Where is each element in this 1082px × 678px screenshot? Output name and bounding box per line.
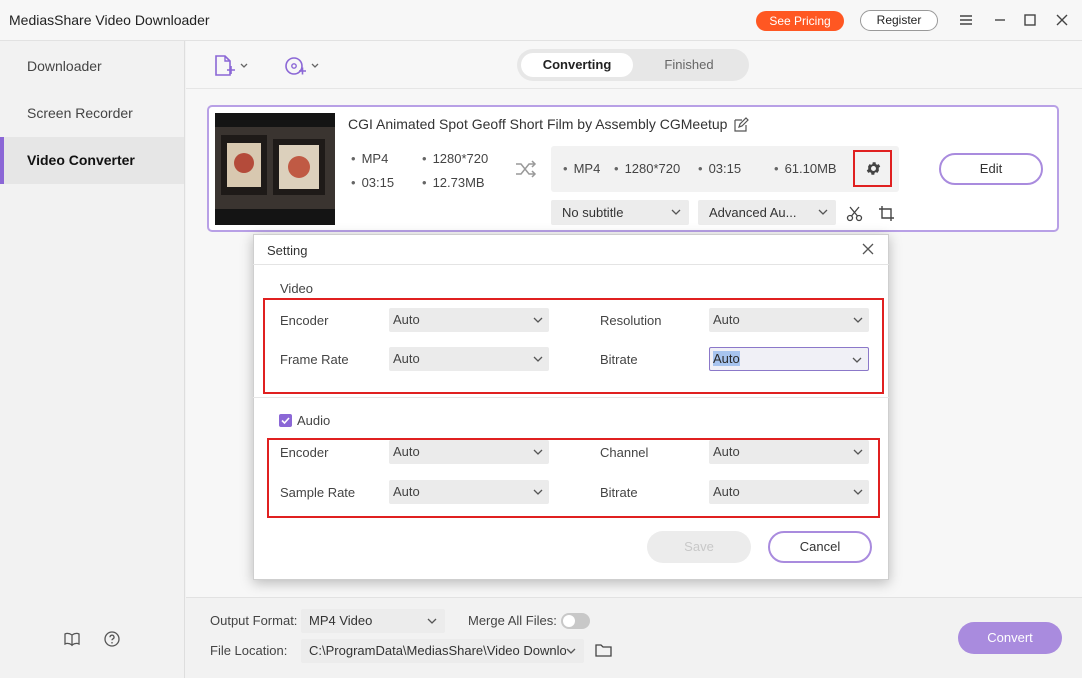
crop-icon[interactable] xyxy=(878,205,895,222)
resolution-select[interactable]: Auto xyxy=(709,308,869,332)
video-bitrate-value: Auto xyxy=(713,351,740,366)
frame-rate-label: Frame Rate xyxy=(280,352,349,367)
chevron-down-icon xyxy=(853,449,863,455)
chevron-down-icon xyxy=(671,209,681,215)
add-file-icon[interactable] xyxy=(212,54,252,78)
frame-rate-value: Auto xyxy=(393,351,420,366)
video-encoder-value: Auto xyxy=(393,312,420,327)
audio-bitrate-label: Bitrate xyxy=(600,485,638,500)
subtitle-value: No subtitle xyxy=(562,205,624,220)
channel-label: Channel xyxy=(600,445,649,460)
resolution-value: Auto xyxy=(713,312,740,327)
chevron-down-icon xyxy=(533,317,543,323)
video-bitrate-label: Bitrate xyxy=(600,352,638,367)
target-resolution: 1280*720 xyxy=(614,161,681,176)
chevron-down-icon xyxy=(818,209,828,215)
edit-button[interactable]: Edit xyxy=(939,153,1043,185)
output-format-dropdown[interactable]: MP4 Video xyxy=(301,609,445,633)
save-button[interactable]: Save xyxy=(647,531,751,563)
audio-bitrate-select[interactable]: Auto xyxy=(709,480,869,504)
chevron-down-icon xyxy=(853,489,863,495)
help-icon[interactable] xyxy=(103,630,121,648)
chevron-down-icon xyxy=(853,317,863,323)
audio-bitrate-value: Auto xyxy=(713,484,740,499)
file-location-value: C:\ProgramData\MediasShare\Video Downloa xyxy=(309,643,574,658)
file-title: CGI Animated Spot Geoff Short Film by As… xyxy=(348,116,728,132)
chevron-down-icon xyxy=(533,449,543,455)
target-duration: 03:15 xyxy=(698,161,742,176)
dialog-close-icon[interactable] xyxy=(861,242,875,256)
file-location-label: File Location: xyxy=(210,643,288,658)
minimize-icon[interactable] xyxy=(991,11,1009,29)
subtitle-dropdown[interactable]: No subtitle xyxy=(551,200,689,225)
channel-value: Auto xyxy=(713,444,740,459)
sidebar: Downloader Screen Recorder Video Convert… xyxy=(0,41,185,678)
register-button[interactable]: Register xyxy=(860,10,938,31)
sidebar-item-downloader[interactable]: Downloader xyxy=(0,43,184,90)
add-disc-icon[interactable] xyxy=(283,54,323,78)
sample-rate-value: Auto xyxy=(393,484,420,499)
channel-select[interactable]: Auto xyxy=(709,440,869,464)
target-format: MP4 xyxy=(563,161,601,176)
audio-track-value: Advanced Au... xyxy=(709,205,797,220)
audio-encoder-select[interactable]: Auto xyxy=(389,440,549,464)
source-format: MP4 xyxy=(351,151,389,166)
file-location-dropdown[interactable]: C:\ProgramData\MediasShare\Video Downloa xyxy=(301,639,584,663)
sample-rate-label: Sample Rate xyxy=(280,485,356,500)
chevron-down-icon xyxy=(533,489,543,495)
source-size: 12.73MB xyxy=(422,175,485,190)
tab-finished[interactable]: Finished xyxy=(633,53,745,77)
sidebar-item-screen-recorder[interactable]: Screen Recorder xyxy=(0,90,184,137)
audio-section-label: Audio xyxy=(297,413,331,428)
chevron-down-icon xyxy=(566,647,576,655)
setting-dialog xyxy=(253,234,889,580)
audio-encoder-value: Auto xyxy=(393,444,420,459)
output-format-label: Output Format: xyxy=(210,613,298,628)
folder-icon[interactable] xyxy=(595,643,612,657)
dialog-header xyxy=(253,234,889,265)
tab-converting[interactable]: Converting xyxy=(521,53,633,77)
shuffle-icon xyxy=(514,159,538,179)
book-icon[interactable] xyxy=(63,631,81,647)
resolution-label: Resolution xyxy=(600,313,662,328)
frame-rate-select[interactable]: Auto xyxy=(389,347,549,371)
scissors-icon[interactable] xyxy=(846,205,863,222)
toggle-knob xyxy=(563,615,575,627)
app-title: MediasShare Video Downloader xyxy=(9,12,210,28)
target-size: 61.10MB xyxy=(774,161,837,176)
merge-files-label: Merge All Files: xyxy=(468,613,557,628)
chevron-down-icon xyxy=(533,356,543,362)
audio-track-dropdown[interactable]: Advanced Au... xyxy=(698,200,836,225)
see-pricing-button[interactable]: See Pricing xyxy=(756,11,844,31)
sample-rate-select[interactable]: Auto xyxy=(389,480,549,504)
video-thumbnail[interactable] xyxy=(215,113,335,225)
audio-checkbox[interactable] xyxy=(279,414,292,427)
audio-encoder-label: Encoder xyxy=(280,445,329,460)
gear-icon[interactable] xyxy=(865,160,882,177)
chevron-down-icon xyxy=(427,618,437,624)
chevron-down-icon xyxy=(852,357,862,363)
video-bitrate-select[interactable]: Auto xyxy=(709,347,869,371)
section-divider xyxy=(253,397,889,398)
maximize-icon[interactable] xyxy=(1021,11,1039,29)
dialog-title: Setting xyxy=(267,243,308,258)
rename-icon[interactable] xyxy=(733,117,749,133)
convert-button[interactable]: Convert xyxy=(958,622,1062,654)
source-duration: 03:15 xyxy=(351,175,395,190)
close-icon[interactable] xyxy=(1053,11,1071,29)
cancel-button[interactable]: Cancel xyxy=(768,531,872,563)
video-encoder-label: Encoder xyxy=(280,313,329,328)
output-format-value: MP4 Video xyxy=(309,613,373,628)
sidebar-item-video-converter[interactable]: Video Converter xyxy=(0,137,184,184)
video-encoder-select[interactable]: Auto xyxy=(389,308,549,332)
source-resolution: 1280*720 xyxy=(422,151,489,166)
menu-icon[interactable] xyxy=(957,11,975,29)
video-section-label: Video xyxy=(280,281,314,296)
